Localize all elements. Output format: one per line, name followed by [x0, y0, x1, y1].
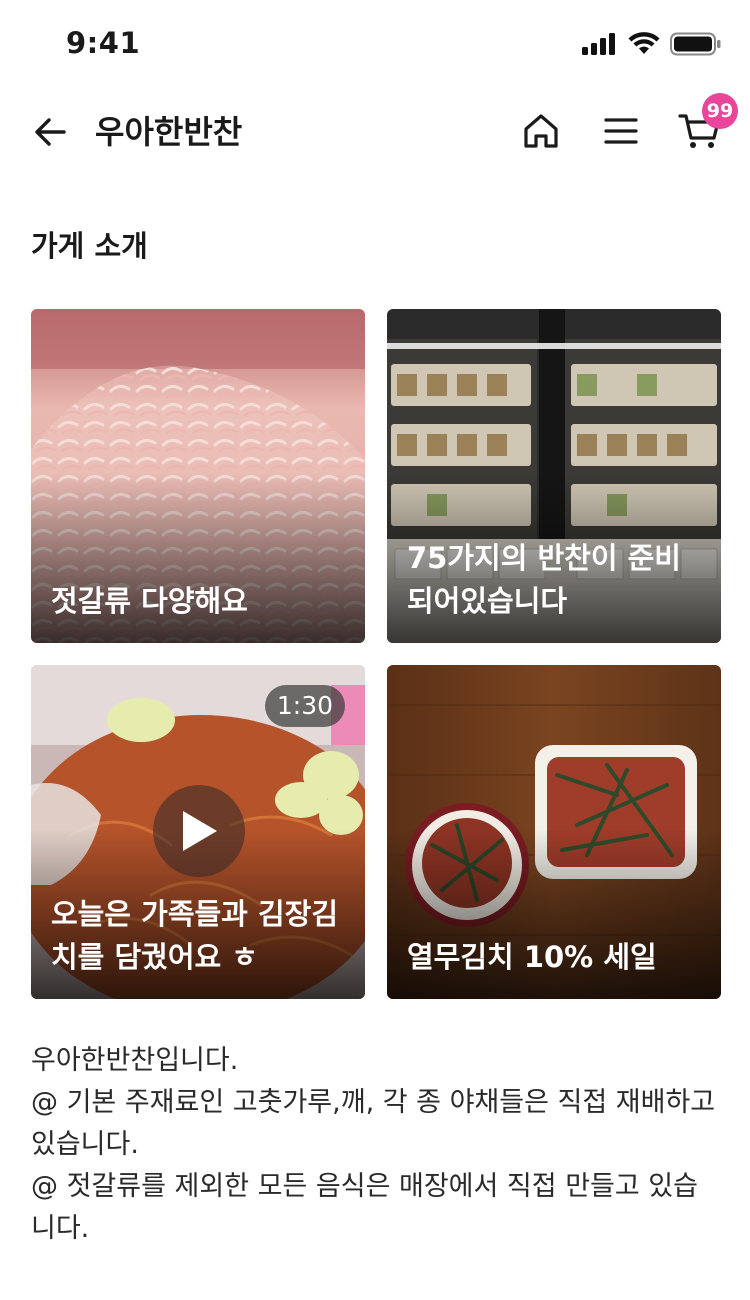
intro-card-yeolmu-sale[interactable]: 열무김치 10% 세일	[387, 665, 721, 999]
status-bar: 9:41	[0, 0, 750, 90]
header-bar: 우아한반찬	[0, 90, 750, 176]
intro-card-kimjang-video[interactable]: 1:30 오늘은 가족들과 김장김 치를 담궜어요 ㅎ	[31, 665, 365, 999]
card-caption: 75가지의 반찬이 준비 되어있습니다	[407, 541, 681, 618]
section-title: 가게 소개	[31, 229, 148, 263]
back-button[interactable]	[28, 110, 72, 154]
home-button[interactable]	[518, 108, 564, 154]
cart-count-badge: 99	[702, 93, 738, 129]
cellular-signal-icon	[582, 33, 615, 55]
store-intro-grid: 젓갈류 다양해요 75가지의 반찬이 준비 되어있습니다 1:30 오늘은 가족…	[31, 309, 721, 999]
wifi-icon	[628, 32, 660, 54]
arrow-left-icon	[35, 118, 66, 146]
intro-card-banchan[interactable]: 75가지의 반찬이 준비 되어있습니다	[387, 309, 721, 643]
battery-icon	[670, 32, 721, 56]
status-icons	[582, 32, 722, 56]
page-title: 우아한반찬	[95, 113, 243, 151]
play-button[interactable]	[153, 785, 245, 877]
video-duration-badge: 1:30	[264, 685, 345, 727]
play-icon	[183, 811, 217, 851]
card-caption: 젓갈류 다양해요	[51, 584, 248, 618]
store-description: 우아한반찬입니다. @ 기본 주재료인 고춧가루,깨, 각 종 야채들은 직접 …	[31, 1045, 716, 1244]
menu-button[interactable]	[598, 108, 644, 154]
card-caption: 열무김치 10% 세일	[407, 940, 657, 974]
intro-card-jeotgal[interactable]: 젓갈류 다양해요	[31, 309, 365, 643]
home-icon	[524, 114, 558, 148]
hamburger-menu-icon	[604, 118, 638, 144]
card-caption: 오늘은 가족들과 김장김 치를 담궜어요 ㅎ	[51, 897, 338, 974]
status-time: 9:41	[66, 26, 141, 60]
